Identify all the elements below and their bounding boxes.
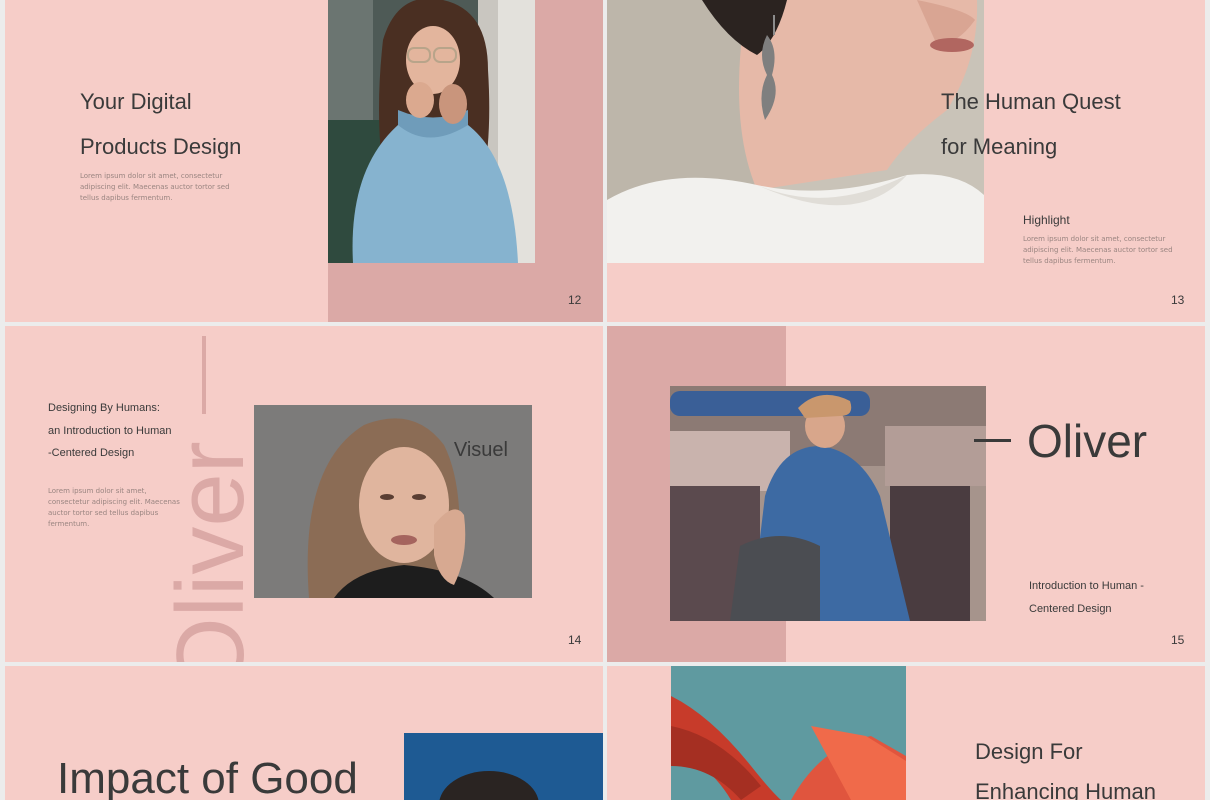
woman-glasses-blue-sweater-photo [328, 0, 535, 263]
woman-portrait-photo: Visuel [254, 405, 532, 598]
vertical-title: Oliver [157, 441, 264, 662]
accent-block [535, 0, 603, 322]
slide-14-thumbnail[interactable]: Oliver Visuel Designing By Humans: an In… [5, 326, 603, 662]
slide-name-title: Oliver [1027, 415, 1148, 467]
slide-12-thumbnail[interactable]: Your Digital Products Design Lorem ipsum… [5, 0, 603, 322]
slide-16-thumbnail[interactable]: Impact of Good [5, 666, 603, 800]
slide-title: Design For Enhancing Human [975, 739, 1157, 800]
slide-title: The Human Quest for Meaning [941, 89, 1121, 159]
slide-15-thumbnail[interactable]: Oliver Introduction to Human - Centered … [607, 326, 1205, 662]
photo-caption: Visuel [453, 439, 508, 461]
person-blue-background-photo [404, 733, 603, 800]
slide-17-thumbnail[interactable]: Design For Enhancing Human [607, 666, 1205, 800]
slide-13-thumbnail[interactable]: The Human Quest for Meaning Highlight Lo… [607, 0, 1205, 322]
page-number: 15 [1171, 633, 1185, 647]
red-sculpture-sky-photo [671, 666, 906, 800]
person-denim-jacket-photo [670, 386, 986, 621]
slide-subtitle: Designing By Humans: an Introduction to … [48, 402, 172, 459]
highlight-heading: Highlight [1023, 213, 1070, 227]
body-text: Lorem ipsum dolor sit amet, consectetur … [1023, 235, 1173, 265]
slide-grid: Your Digital Products Design Lorem ipsum… [0, 0, 1210, 800]
body-text: Lorem ipsum dolor sit amet, consectetur … [80, 172, 230, 202]
slide-title: Your Digital Products Design [80, 89, 242, 159]
page-number: 12 [568, 293, 582, 307]
decorative-line [974, 439, 1011, 442]
body-text: Lorem ipsum dolor sit amet, consectetur … [48, 487, 180, 528]
woman-earring-profile-photo [607, 0, 984, 263]
page-number: 13 [1171, 293, 1185, 307]
page-number: 14 [568, 633, 582, 647]
slide-title: Impact of Good [57, 754, 358, 800]
slide-subtitle: Introduction to Human - Centered Design [1029, 580, 1144, 615]
